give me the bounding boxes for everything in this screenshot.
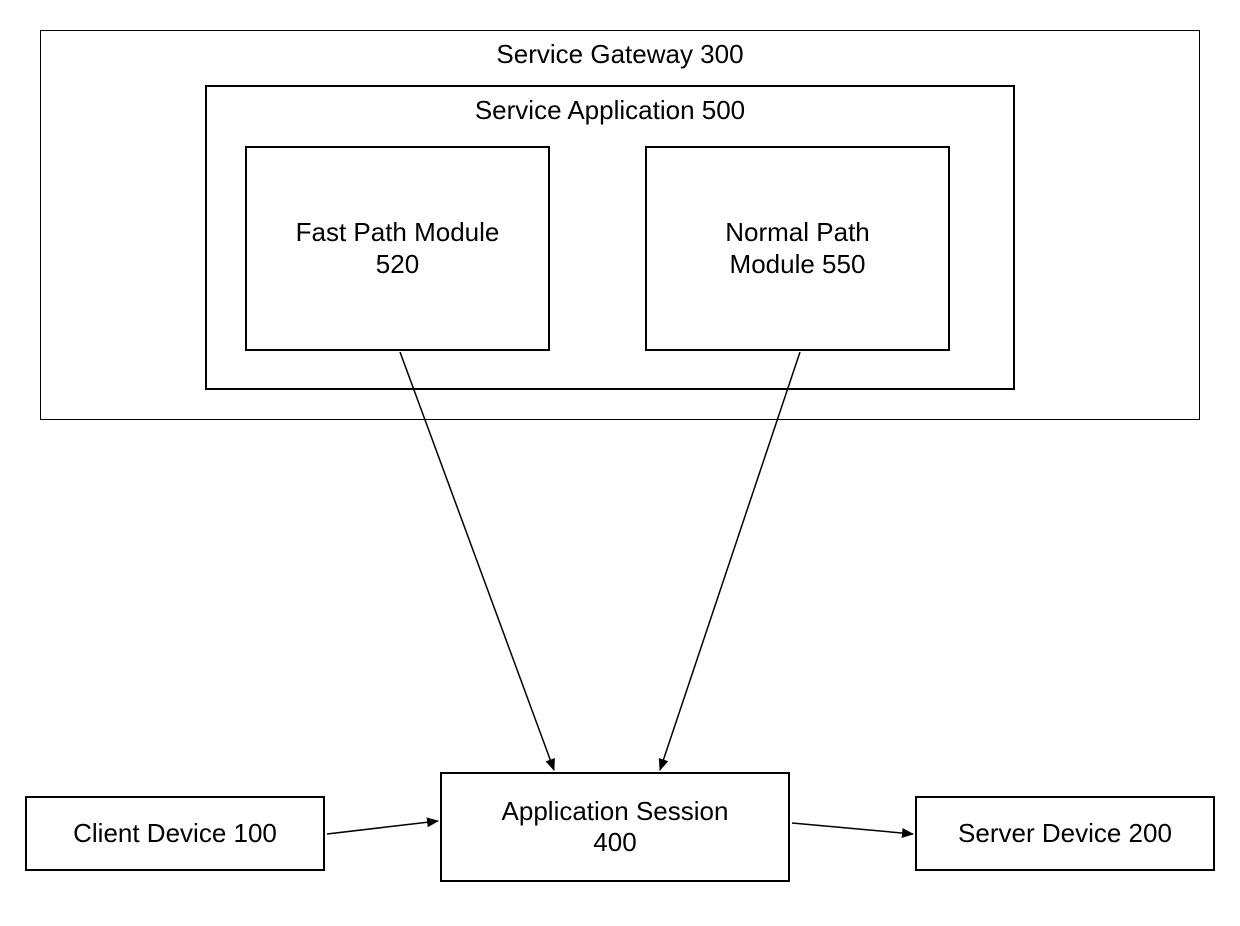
app-session-line1: Application Session	[502, 796, 729, 827]
normal-path-module-box: Normal Path Module 550	[645, 146, 950, 351]
application-session-box: Application Session 400	[440, 772, 790, 882]
fast-path-module-box: Fast Path Module 520	[245, 146, 550, 351]
arrow-client-to-session	[327, 821, 438, 834]
server-device-label: Server Device 200	[958, 818, 1172, 849]
fast-path-line1: Fast Path Module	[296, 217, 500, 248]
normal-path-line1: Normal Path	[725, 217, 870, 248]
app-session-line2: 400	[593, 827, 636, 858]
normal-path-line2: Module 550	[730, 249, 866, 280]
server-device-box: Server Device 200	[915, 796, 1215, 871]
service-gateway-title: Service Gateway 300	[41, 39, 1199, 70]
arrow-session-to-server	[792, 823, 913, 834]
fast-path-line2: 520	[376, 249, 419, 280]
client-device-label: Client Device 100	[73, 818, 277, 849]
client-device-box: Client Device 100	[25, 796, 325, 871]
service-application-title: Service Application 500	[207, 95, 1013, 126]
